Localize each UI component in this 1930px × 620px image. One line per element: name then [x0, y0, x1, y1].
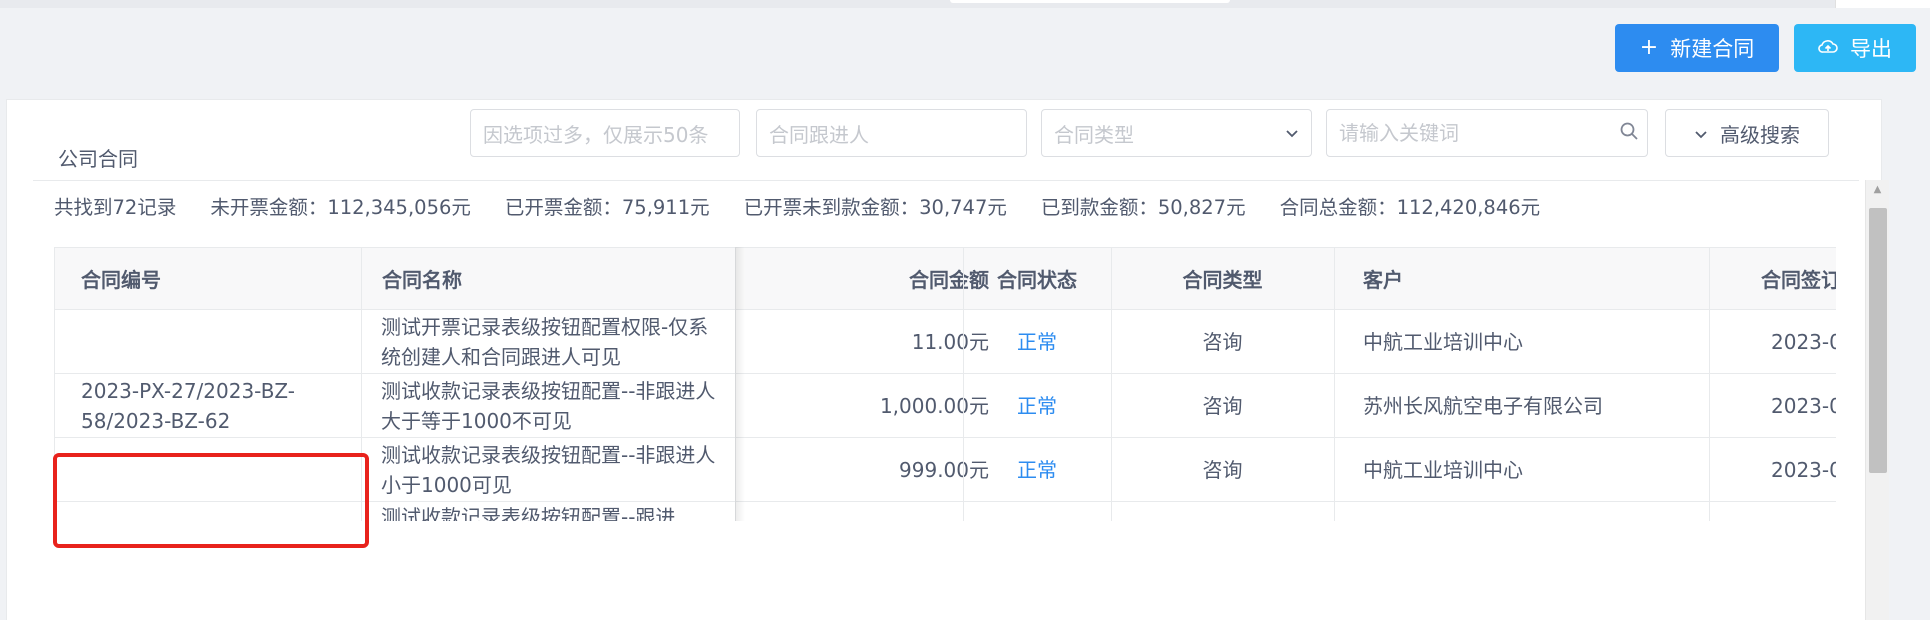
cell-contract-name[interactable]: 测试收款记录表级按钮配置--非跟进人大于等于1000不可见 [381, 374, 721, 438]
column-divider [361, 247, 362, 521]
cell-customer: 苏州长风航空电子有限公司 [1363, 394, 1603, 418]
status-badge: 正常 [1017, 458, 1057, 482]
export-button[interactable]: 导出 [1794, 24, 1916, 72]
summary-uninvoiced: 未开票金额：112,345,056元 [210, 196, 471, 219]
column-divider [1709, 247, 1710, 521]
cell-type: 咨询 [1202, 394, 1243, 418]
top-nav-bar [0, 0, 1930, 8]
advanced-search-label: 高级搜索 [1720, 122, 1800, 147]
cell-contract-no [81, 310, 321, 374]
follower-select[interactable]: 合同跟进人 [756, 109, 1027, 157]
column-divider [1334, 247, 1335, 521]
cell-amount: 1,000.00元 [879, 394, 989, 418]
keyword-search-field[interactable] [1326, 109, 1648, 157]
cell-contract-no [81, 502, 321, 521]
status-badge: 正常 [1017, 330, 1057, 354]
summary-found: 共找到72记录 [54, 196, 177, 219]
project-select-placeholder: 因选项过多，仅展示50条 [483, 122, 709, 147]
table-row[interactable]: 2023-PX-27/2023-BZ-58/2023-BZ-62 测试收款记录表… [55, 374, 1836, 438]
cell-customer: 中航工业培训中心 [1363, 458, 1523, 482]
cell-contract-no: 2023-PX-27/2023-BZ-58/2023-BZ-62 [81, 379, 295, 433]
contract-type-select[interactable]: 合同类型 [1041, 109, 1312, 157]
new-contract-label: 新建合同 [1670, 37, 1755, 61]
project-select[interactable]: 因选项过多，仅展示50条 [470, 109, 740, 157]
keyword-input[interactable] [1339, 121, 1599, 145]
cell-customer: 中航工业培训中心 [1363, 330, 1523, 354]
search-icon[interactable] [1619, 121, 1639, 146]
column-header-contract-no[interactable]: 合同编号 [81, 248, 281, 311]
table-row[interactable]: 测试收款记录表级按钮配置--跟进 [55, 502, 1836, 521]
cell-sign-date: 2023-0 [1771, 394, 1836, 418]
top-nav-tab[interactable] [950, 0, 1230, 3]
top-nav-corner[interactable] [1835, 0, 1930, 8]
plus-icon: + [1639, 35, 1659, 60]
chevron-down-icon [1285, 124, 1299, 143]
summary-invoiced: 已开票金额：75,911元 [504, 196, 710, 219]
table-row[interactable]: 测试收款记录表级按钮配置--非跟进人小于1000可见 999.00元 正常 咨询… [55, 438, 1836, 502]
scroll-up-arrow-icon[interactable]: ▲ [1866, 184, 1889, 198]
column-header-contract-name[interactable]: 合同名称 [382, 248, 682, 311]
status-badge: 正常 [1017, 394, 1057, 418]
table-header: 合同编号 合同名称 合同金额 合同状态 合同类型 客户 合同签订 [55, 247, 1836, 310]
chevron-down-icon [1694, 121, 1708, 145]
column-header-status[interactable]: 合同状态 [963, 248, 1111, 311]
cell-amount: 11.00元 [911, 330, 989, 354]
export-label: 导出 [1850, 37, 1892, 61]
cell-contract-no [81, 438, 321, 502]
advanced-search-button[interactable]: 高级搜索 [1665, 109, 1829, 157]
column-header-sign-date[interactable]: 合同签订 [1761, 248, 1836, 311]
cell-type: 咨询 [1202, 330, 1243, 354]
contract-table: 合同编号 合同名称 合同金额 合同状态 合同类型 客户 合同签订 测试开票记录表… [54, 247, 1836, 521]
cell-sign-date: 2023-0 [1771, 458, 1836, 482]
new-contract-button[interactable]: + 新建合同 [1615, 24, 1779, 72]
column-header-customer[interactable]: 客户 [1363, 248, 1663, 311]
cell-type: 咨询 [1202, 458, 1243, 482]
summary-paid: 已到款金额：50,827元 [1040, 196, 1246, 219]
vertical-scrollbar[interactable]: ▲ [1865, 180, 1889, 620]
summary-bar: 共找到72记录 未开票金额：112,345,056元 已开票金额：75,911元… [54, 191, 1540, 220]
cell-contract-name[interactable]: 测试收款记录表级按钮配置--跟进 [381, 502, 721, 521]
contract-type-placeholder: 合同类型 [1054, 122, 1134, 147]
panel-title: 公司合同 [58, 147, 138, 171]
cell-contract-name[interactable]: 测试开票记录表级按钮配置权限-仅系统创建人和合同跟进人可见 [381, 310, 721, 374]
column-header-type[interactable]: 合同类型 [1111, 248, 1334, 311]
cell-contract-name[interactable]: 测试收款记录表级按钮配置--非跟进人小于1000可见 [381, 438, 721, 502]
cell-amount: 999.00元 [899, 458, 989, 482]
cell-sign-date: 2023-0 [1771, 330, 1836, 354]
column-divider [1111, 247, 1112, 521]
fixed-column-shadow [735, 247, 745, 521]
table-row[interactable]: 测试开票记录表级按钮配置权限-仅系统创建人和合同跟进人可见 11.00元 正常 … [55, 310, 1836, 374]
cloud-upload-icon [1818, 36, 1838, 60]
column-divider [963, 247, 964, 521]
scrollbar-thumb[interactable] [1869, 208, 1887, 473]
summary-total: 合同总金额：112,420,846元 [1279, 196, 1541, 219]
title-divider [33, 180, 1859, 181]
column-header-amount[interactable]: 合同金额 [735, 248, 989, 311]
follower-select-placeholder: 合同跟进人 [769, 122, 869, 147]
summary-invoiced-unpaid: 已开票未到款金额：30,747元 [743, 196, 1007, 219]
